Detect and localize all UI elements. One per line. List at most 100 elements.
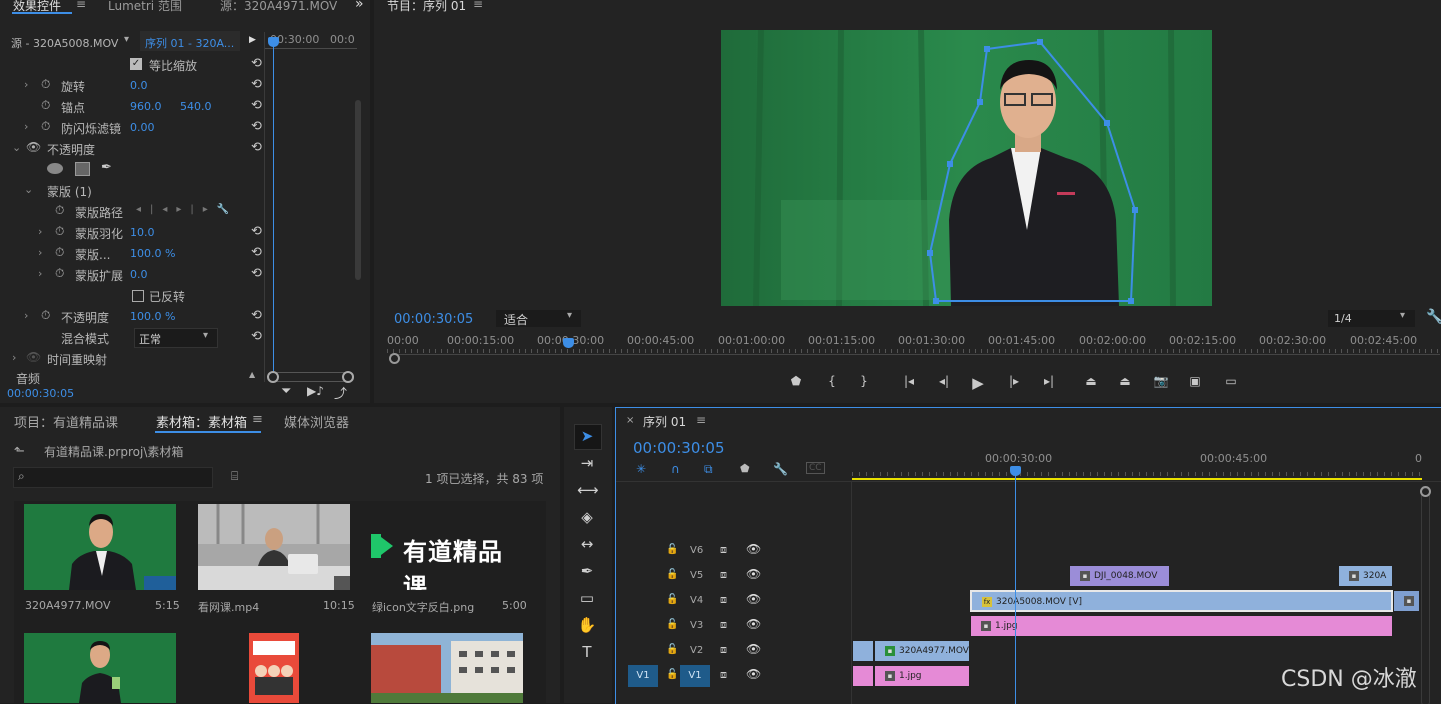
up-folder-icon[interactable]: ⬑ (14, 444, 25, 459)
sync-lock-icon[interactable]: ⧈ (720, 618, 727, 632)
clip-v2-left[interactable] (852, 640, 874, 662)
chevron-right-icon[interactable]: › (24, 78, 28, 91)
panel-menu-icon[interactable]: ≡ (76, 0, 86, 11)
sync-lock-icon[interactable]: ⧈ (720, 543, 727, 557)
scroll-handle[interactable] (389, 353, 400, 364)
go-to-in-icon[interactable]: |◂ (899, 374, 919, 388)
step-back-icon[interactable]: ◂| (934, 374, 954, 388)
clip-320a4977[interactable]: ▪ 320A4977.MOV (874, 640, 970, 662)
work-area-bar[interactable] (852, 478, 1422, 480)
camera-icon[interactable]: 📷 (1151, 374, 1171, 388)
inverted-checkbox[interactable] (132, 290, 144, 302)
track-header-v2[interactable]: 🔓 V2 ⧈ 👁 (616, 639, 851, 663)
stopwatch-icon[interactable]: ⏱ (55, 203, 64, 218)
scroll-bar[interactable] (390, 354, 1440, 355)
tab-bin[interactable]: 素材箱：素材箱 (156, 412, 247, 431)
reset-icon[interactable]: ⟲ (251, 245, 262, 260)
step-forward-icon[interactable]: |▸ (1004, 374, 1024, 388)
panel-menu-icon[interactable]: ≡ (252, 412, 263, 427)
new-search-bin-icon[interactable]: ⌸ (231, 469, 238, 484)
close-icon[interactable]: × (626, 415, 634, 426)
chevron-down-icon[interactable]: ⌄ (12, 141, 21, 154)
reset-icon[interactable]: ⟲ (251, 140, 262, 155)
panel-menu-icon[interactable]: ≡ (696, 413, 706, 427)
video-preview[interactable] (721, 30, 1212, 306)
chevron-right-icon[interactable]: › (38, 225, 42, 238)
track-header-v3[interactable]: 🔓 V3 ⧈ 👁 (616, 614, 851, 638)
panel-menu-icon[interactable]: ≡ (473, 0, 483, 11)
type-tool-icon[interactable]: T (577, 642, 597, 662)
snap-magnet-icon[interactable]: ∩ (671, 462, 680, 476)
mark-out-icon[interactable]: } (854, 374, 874, 388)
lock-icon[interactable]: 🔓 (666, 569, 678, 580)
sync-lock-icon[interactable]: ⧈ (720, 643, 727, 657)
clip-320a-partial[interactable]: ▪ 320A (1338, 565, 1393, 587)
track-header-v1[interactable]: V1 🔓 V1 ⧈ 👁 (616, 664, 851, 688)
thumbnail-320A4977[interactable] (24, 504, 176, 590)
eye-icon[interactable]: 👁 (746, 617, 761, 631)
eye-icon[interactable]: 👁 (746, 642, 761, 656)
thumbnail-building[interactable] (371, 633, 523, 703)
reset-icon[interactable]: ⟲ (251, 266, 262, 281)
slip-tool-icon[interactable]: ↔ (577, 534, 597, 554)
eye-icon[interactable]: 👁 (746, 592, 761, 606)
track-header-v4[interactable]: 🔓 V4 ⧈ 👁 (616, 589, 851, 613)
reset-icon[interactable]: ⟲ (251, 329, 262, 344)
stopwatch-icon[interactable]: ⏱ (41, 308, 50, 323)
ripple-edit-tool-icon[interactable]: ⟷ (577, 480, 599, 500)
eye-icon[interactable]: 👁 (26, 140, 41, 154)
selection-tool-icon[interactable]: ➤ (577, 426, 597, 446)
thumbnail-poster[interactable] (249, 633, 299, 703)
timeline-timecode[interactable]: 00:00:30:05 (633, 439, 725, 457)
chevron-down-icon[interactable]: ⌄ (24, 183, 33, 196)
clip-1-jpg-v1[interactable]: ▪ 1.jpg (874, 665, 970, 687)
thumbnail-watching-course[interactable] (198, 504, 350, 590)
clip-edge-v4[interactable]: ▪ (1393, 590, 1420, 612)
hand-tool-icon[interactable]: ✋ (577, 615, 597, 635)
wrench-icon[interactable]: 🔧 (1426, 309, 1441, 325)
stopwatch-icon[interactable]: ⏱ (41, 98, 50, 113)
lock-icon[interactable]: 🔓 (666, 544, 678, 555)
anchor-x-value[interactable]: 960.0 (130, 100, 162, 113)
blend-mode-select[interactable]: 正常 ▾ (134, 328, 218, 348)
go-to-out-icon[interactable]: ▸| (1039, 374, 1059, 388)
program-timecode[interactable]: 00:00:30:05 (394, 312, 473, 327)
reset-icon[interactable]: ⟲ (251, 98, 262, 113)
safe-margins-icon[interactable]: ▭ (1221, 374, 1241, 388)
timeline-scrollbar[interactable] (1421, 488, 1430, 704)
comparison-view-icon[interactable]: ▣ (1185, 374, 1205, 388)
lift-icon[interactable]: ⏏ (1081, 374, 1101, 388)
zoom-handle-left[interactable] (267, 371, 279, 383)
sequence-selector[interactable]: 序列 01 - 320A... (140, 31, 240, 51)
scroll-up-icon[interactable]: ▲ (249, 370, 255, 379)
ellipse-mask-icon[interactable] (47, 163, 63, 174)
lock-icon[interactable]: 🔓 (666, 594, 678, 605)
playhead[interactable] (273, 38, 274, 372)
mark-in-icon[interactable]: { (822, 374, 842, 388)
search-input[interactable]: ⌕ (13, 467, 213, 488)
clip-dji-0048[interactable]: ▪ DJI_0048.MOV (1069, 565, 1170, 587)
pen-tool-icon[interactable]: ✒ (577, 561, 597, 581)
eye-icon[interactable]: 👁 (746, 567, 761, 581)
timeline-playhead-handle[interactable] (1010, 466, 1021, 476)
eye-icon[interactable]: 👁 (746, 667, 761, 681)
captions-icon[interactable]: CC (806, 462, 825, 474)
source-patch-v1[interactable]: V1 (628, 665, 658, 687)
tab-source[interactable]: 源：320A4971.MOV (220, 0, 337, 14)
clip-v1-left[interactable] (852, 665, 874, 687)
resolution-select[interactable]: 1/4 ▾ (1328, 310, 1415, 327)
mask-feather-value[interactable]: 10.0 (130, 226, 155, 239)
lock-icon[interactable]: 🔓 (666, 669, 678, 680)
chevron-right-icon[interactable]: › (24, 309, 28, 322)
clip-320a5008[interactable]: fx 320A5008.MOV [V] (970, 590, 1393, 612)
reset-icon[interactable]: ⟲ (251, 119, 262, 134)
export-icon[interactable]: ⤴ (334, 383, 347, 402)
sync-lock-icon[interactable]: ⧈ (720, 668, 727, 682)
effects-timecode[interactable]: 00:00:30:05 (7, 387, 74, 400)
program-ruler[interactable]: 00:00 00:00:15:00 00:00:30:00 00:00:45:0… (387, 330, 1441, 360)
stopwatch-icon[interactable]: ⏱ (41, 119, 50, 134)
nest-icon[interactable]: ✳ (636, 462, 646, 476)
tab-lumetri-scopes[interactable]: Lumetri 范围 (108, 0, 182, 14)
mask-expansion-value[interactable]: 0.0 (130, 268, 148, 281)
tab-project[interactable]: 项目：有道精品课 (14, 412, 118, 431)
